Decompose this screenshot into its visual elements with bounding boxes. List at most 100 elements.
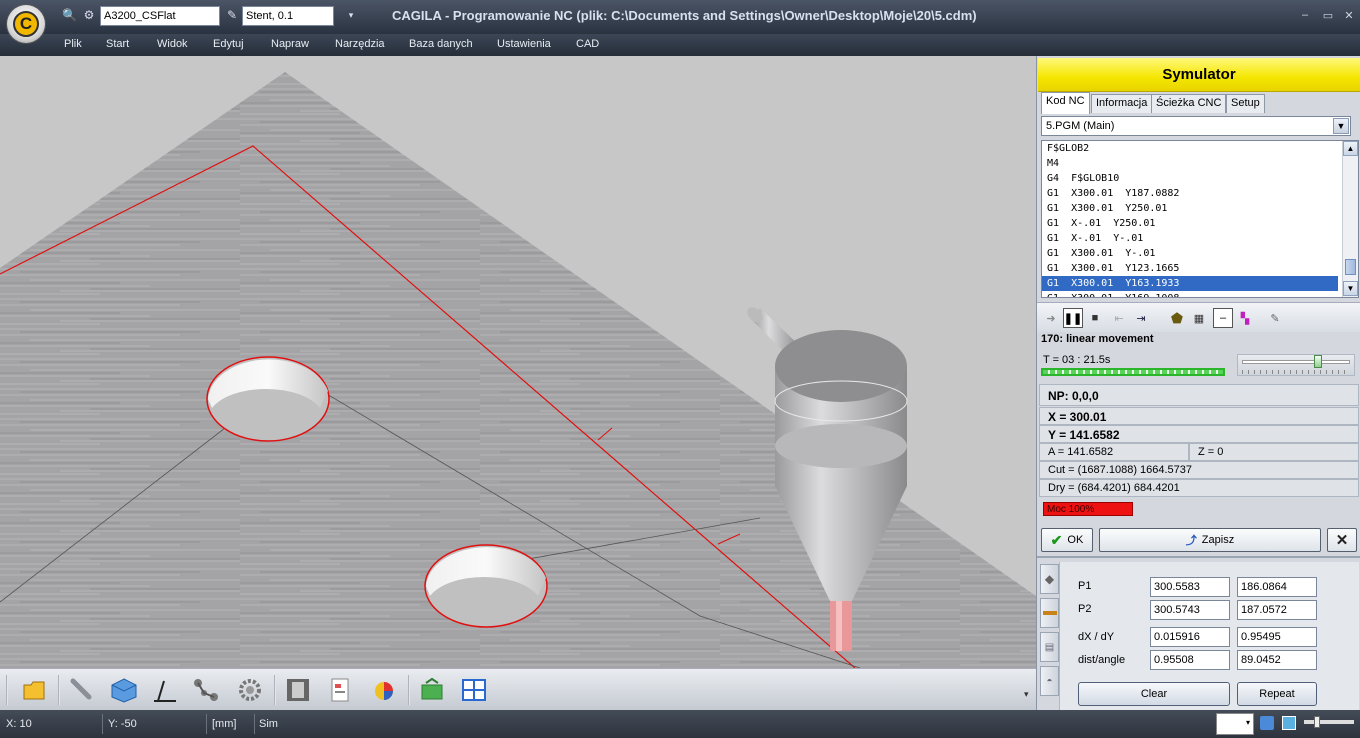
view-select[interactable]: ▾ (1216, 713, 1254, 735)
code-line[interactable]: F$GLOB2 (1042, 141, 1338, 156)
code-line[interactable]: G1 X-.01 Y-.01 (1042, 231, 1338, 246)
grid-icon[interactable]: ▤ (1040, 632, 1059, 662)
chip-icon[interactable]: ▦ (1189, 308, 1209, 328)
tab-setup[interactable]: Setup (1226, 94, 1265, 113)
viewport-scene (0, 56, 1036, 668)
status-x: X: 10 (6, 718, 32, 730)
p1-y-field[interactable]: 186.0864 (1237, 577, 1317, 597)
a-readout: A = 141.6582 (1039, 443, 1189, 461)
pause-icon[interactable]: ❚❚ (1063, 308, 1083, 328)
status-unit: [mm] (212, 718, 237, 730)
speed-slider[interactable] (1237, 354, 1355, 376)
dist-field[interactable]: 0.95508 (1150, 650, 1230, 670)
tool-icon[interactable]: ⬟ (1167, 308, 1187, 328)
close-button[interactable]: ✕ (1342, 9, 1356, 22)
code-line[interactable]: M4 (1042, 156, 1338, 171)
scroll-thumb[interactable] (1345, 259, 1356, 275)
chevron-down-icon[interactable]: ▼ (1333, 118, 1349, 134)
repeat-button[interactable]: Repeat (1237, 682, 1317, 706)
status-separator (206, 714, 207, 734)
settings-icon[interactable]: ⚙ (82, 8, 96, 22)
p2-x-field[interactable]: 300.5743 (1150, 600, 1230, 620)
recycle-icon[interactable] (416, 674, 448, 706)
measure-tab-icon[interactable]: ◆ (1040, 564, 1059, 594)
scroll-up-icon[interactable]: ▲ (1343, 141, 1358, 156)
p1-x-field[interactable]: 300.5583 (1150, 577, 1230, 597)
laser-icon[interactable]: ✎ (225, 8, 239, 22)
menu-widok[interactable]: Widok (157, 38, 188, 50)
cube-icon[interactable] (108, 674, 140, 706)
tab-kod-nc[interactable]: Kod NC (1041, 92, 1090, 114)
toolbar-separator (408, 675, 410, 705)
scroll-down-icon[interactable]: ▼ (1343, 281, 1358, 296)
chart-icon[interactable] (368, 674, 400, 706)
ok-button[interactable]: ✔ OK (1041, 528, 1093, 552)
code-scrollbar[interactable]: ▲ ▼ (1342, 141, 1358, 297)
profile-combo[interactable]: Stent, 0.1 (242, 6, 334, 26)
search-icon[interactable]: 🔍 (62, 8, 77, 22)
zoom-slider-knob[interactable] (1314, 716, 1320, 728)
code-line[interactable]: G1 X300.01 Y123.1665 (1042, 261, 1338, 276)
minimize-button[interactable]: – (1298, 9, 1312, 21)
nc-code-list[interactable]: F$GLOB2 M4 G4 F$GLOB10 G1 X300.01 Y187.0882… (1041, 140, 1359, 298)
np-readout: NP: 0,0,0 (1039, 384, 1359, 406)
chevron-down-icon[interactable]: ▾ (344, 8, 358, 22)
path-icon[interactable]: ▚ (1235, 308, 1255, 328)
clear-button[interactable]: Clear (1078, 682, 1230, 706)
tab-sciezka-cnc[interactable]: Ścieżka CNC (1151, 94, 1227, 113)
dx-field[interactable]: 0.015916 (1150, 627, 1230, 647)
tab-informacja[interactable]: Informacja (1091, 94, 1153, 113)
simulation-viewport[interactable] (0, 56, 1036, 668)
code-line[interactable]: G1 X300.01 Y169.1008 (1042, 291, 1338, 297)
image-icon[interactable] (1282, 716, 1296, 730)
menu-start[interactable]: Start (106, 38, 129, 50)
step-forward-icon[interactable]: ⇥ (1131, 308, 1151, 328)
app-logo[interactable]: C (7, 5, 45, 43)
bottom-toolbar: ▾ (0, 668, 1036, 710)
report-icon[interactable] (324, 674, 356, 706)
line-icon[interactable]: – (1213, 308, 1233, 328)
restore-button[interactable]: ▭ (1321, 9, 1335, 22)
menu-baza-danych[interactable]: Baza danych (409, 38, 473, 50)
gear-icon[interactable] (234, 674, 266, 706)
disk-icon[interactable]: ◓ (1040, 666, 1059, 696)
angle-icon[interactable] (148, 674, 180, 706)
code-line[interactable]: G1 X300.01 Y163.1933 (1042, 276, 1338, 291)
menu-ustawienia[interactable]: Ustawienia (497, 38, 551, 50)
slider-knob[interactable] (1314, 355, 1322, 368)
menu-napraw[interactable]: Napraw (271, 38, 309, 50)
edit-icon[interactable]: ✎ (1265, 308, 1285, 328)
stop-icon[interactable]: ■ (1085, 308, 1105, 328)
code-line[interactable]: G1 X300.01 Y187.0882 (1042, 186, 1338, 201)
dy-field[interactable]: 0.95495 (1237, 627, 1317, 647)
menu-plik[interactable]: Plik (64, 38, 82, 50)
menu-narzedzia[interactable]: Narzędzia (335, 38, 385, 50)
program-select[interactable]: 5.PGM (Main) ▼ (1041, 116, 1351, 136)
code-line[interactable]: G4 F$GLOB10 (1042, 171, 1338, 186)
hole-1 (206, 356, 330, 442)
p2-y-field[interactable]: 187.0572 (1237, 600, 1317, 620)
ruler-icon[interactable] (1040, 598, 1059, 628)
menu-cad[interactable]: CAD (576, 38, 599, 50)
save-button[interactable]: ⤴ Zapisz (1099, 528, 1321, 552)
code-line[interactable]: G1 X-.01 Y250.01 (1042, 216, 1338, 231)
zoom-slider[interactable] (1304, 716, 1354, 728)
folder-icon[interactable] (18, 674, 50, 706)
play-icon[interactable]: ➜ (1041, 308, 1061, 328)
step-back-icon[interactable]: ⇤ (1109, 308, 1129, 328)
menu-edytuj[interactable]: Edytuj (213, 38, 244, 50)
playback-controls: ➜ ❚❚ ■ ⇤ ⇥ ⬟ ▦ – ▚ ✎ (1037, 302, 1360, 332)
angle-field[interactable]: 89.0452 (1237, 650, 1317, 670)
code-line[interactable]: G1 X300.01 Y-.01 (1042, 246, 1338, 261)
cancel-button[interactable]: ✕ (1327, 528, 1357, 552)
code-line[interactable]: G1 X300.01 Y250.01 (1042, 201, 1338, 216)
material-combo[interactable]: A3200_CSFlat (100, 6, 220, 26)
current-command: 170: linear movement (1041, 333, 1154, 345)
wrench-icon[interactable] (66, 674, 98, 706)
layers-icon[interactable] (1260, 716, 1274, 730)
status-separator (254, 714, 255, 734)
toolbar-overflow-icon[interactable]: ▾ (1024, 689, 1029, 700)
nesting-icon[interactable] (458, 674, 490, 706)
nodes-icon[interactable] (190, 674, 222, 706)
film-icon[interactable] (282, 674, 314, 706)
